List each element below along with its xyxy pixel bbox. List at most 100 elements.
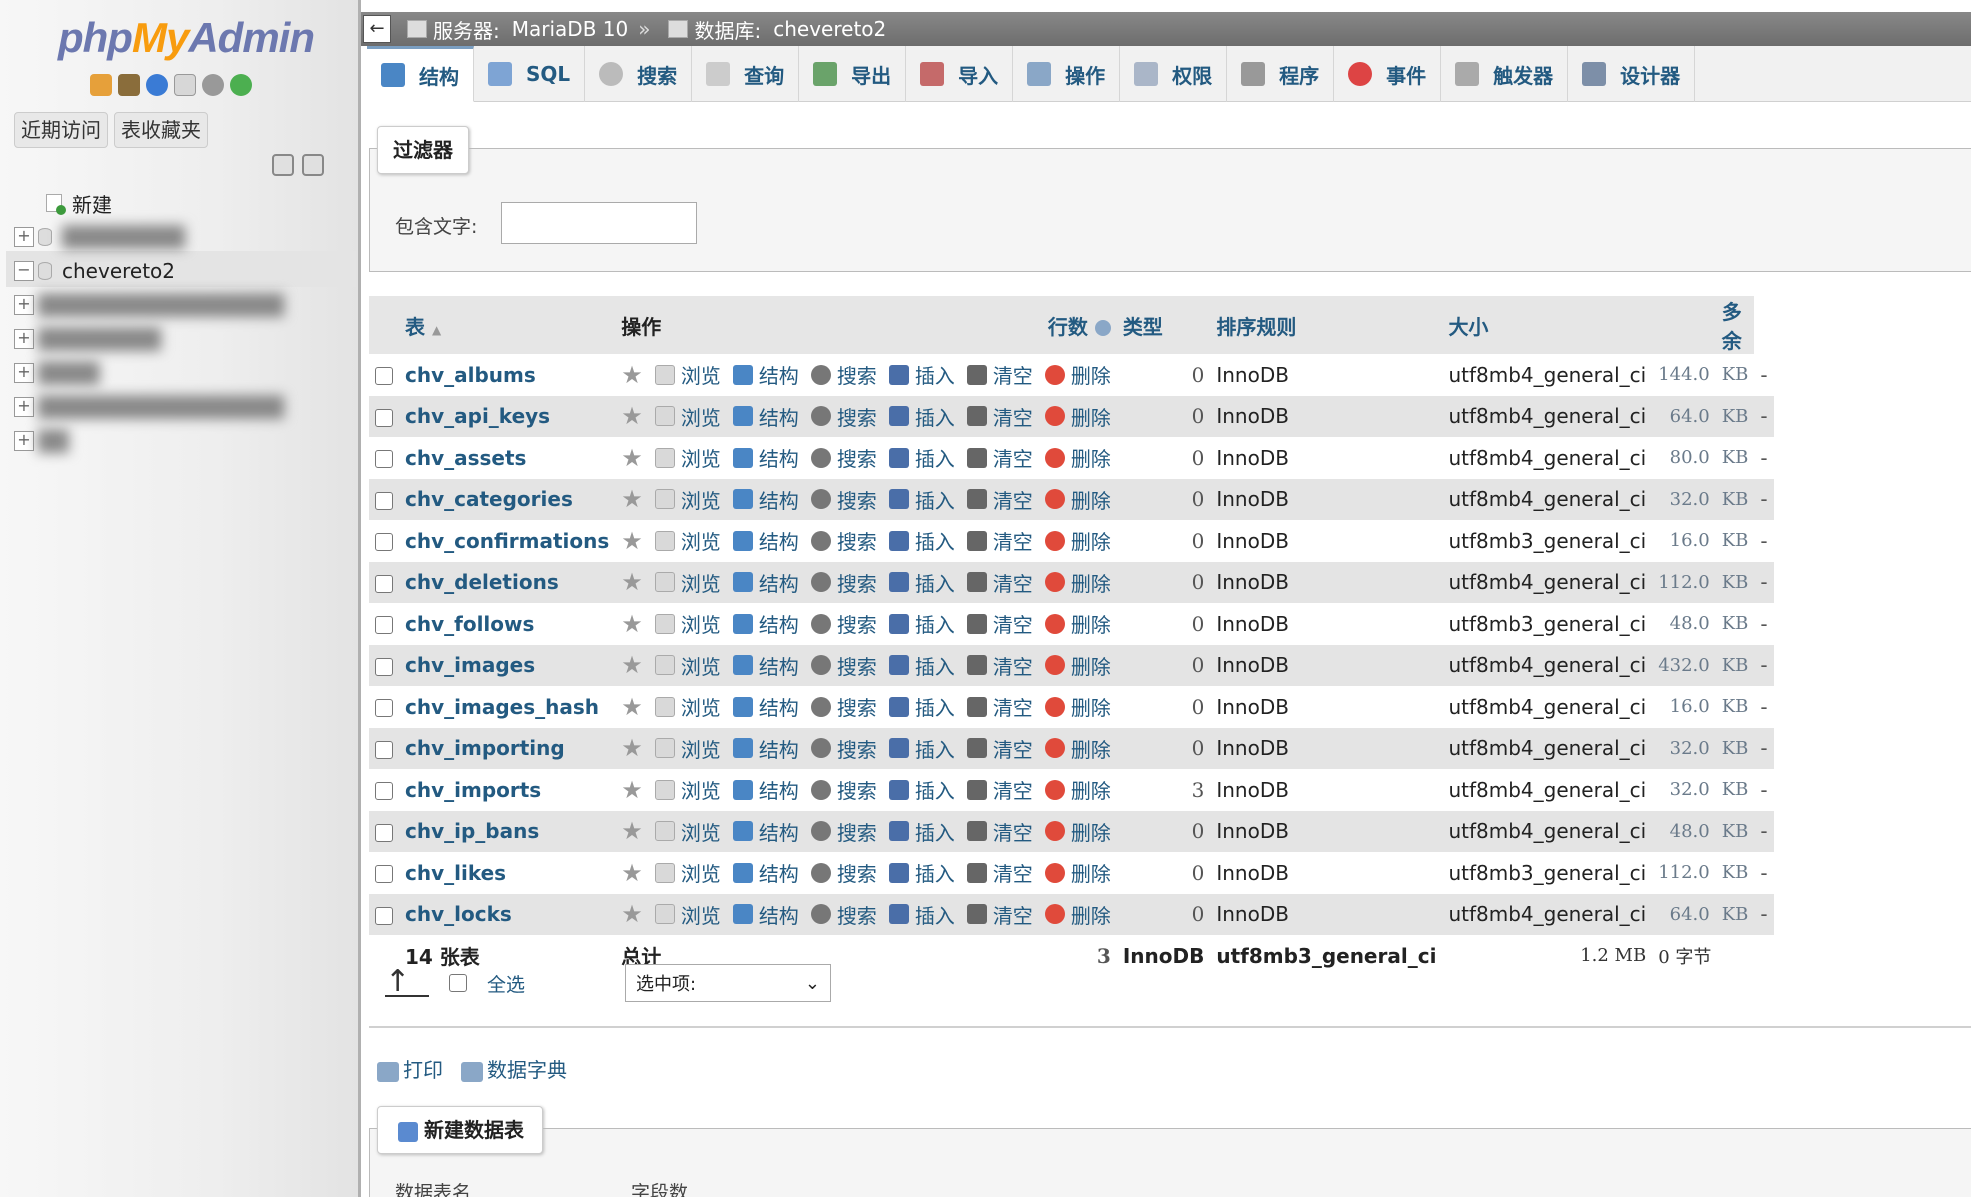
tab-query[interactable]: 查询 [692, 46, 800, 102]
tree-db-row[interactable]: + ██ [10, 424, 350, 458]
browse-link[interactable]: 浏览 [654, 568, 721, 597]
tab-structure[interactable]: 结构 [367, 46, 474, 102]
size-cell[interactable]: 16.0 [1652, 520, 1716, 562]
tree-db-row[interactable]: + ████████████████ [10, 390, 350, 424]
structure-link[interactable]: 结构 [732, 485, 799, 514]
structure-link[interactable]: 结构 [732, 568, 799, 597]
link-icon[interactable] [302, 154, 324, 176]
expand-icon[interactable]: + [14, 397, 34, 417]
search-link[interactable]: 搜索 [810, 360, 877, 389]
collapse-icon[interactable]: − [14, 261, 34, 281]
star-icon[interactable]: ★ [621, 610, 643, 638]
structure-link[interactable]: 结构 [732, 402, 799, 431]
star-icon[interactable]: ★ [621, 527, 643, 555]
empty-link[interactable]: 清空 [966, 775, 1033, 804]
structure-link[interactable]: 结构 [732, 651, 799, 680]
browse-link[interactable]: 浏览 [654, 485, 721, 514]
search-link[interactable]: 搜索 [810, 568, 877, 597]
tab-routines[interactable]: 程序 [1227, 46, 1335, 102]
search-link[interactable]: 搜索 [810, 858, 877, 887]
table-name-link[interactable]: chv_confirmations [405, 529, 609, 553]
search-link[interactable]: 搜索 [810, 402, 877, 431]
recent-button[interactable]: 近期访问 [14, 112, 108, 148]
size-cell[interactable]: 432.0 [1652, 644, 1716, 686]
table-name-link[interactable]: chv_locks [405, 902, 512, 926]
drop-link[interactable]: 删除 [1044, 817, 1111, 846]
insert-link[interactable]: 插入 [888, 734, 955, 763]
table-name-link[interactable]: chv_ip_bans [405, 819, 539, 843]
browse-link[interactable]: 浏览 [654, 817, 721, 846]
table-name-link[interactable]: chv_images [405, 653, 535, 677]
table-name-link[interactable]: chv_deletions [405, 570, 559, 594]
home-icon[interactable] [90, 74, 112, 96]
expand-icon[interactable]: + [14, 363, 34, 383]
drop-link[interactable]: 删除 [1044, 651, 1111, 680]
empty-link[interactable]: 清空 [966, 443, 1033, 472]
insert-link[interactable]: 插入 [888, 900, 955, 929]
browse-link[interactable]: 浏览 [654, 734, 721, 763]
tab-events[interactable]: 事件 [1334, 46, 1442, 102]
insert-link[interactable]: 插入 [888, 817, 955, 846]
browse-link[interactable]: 浏览 [654, 651, 721, 680]
size-cell[interactable]: 112.0 [1652, 561, 1716, 603]
row-checkbox[interactable] [375, 657, 393, 676]
empty-link[interactable]: 清空 [966, 485, 1033, 514]
tab-triggers[interactable]: 触发器 [1441, 46, 1569, 102]
drop-link[interactable]: 删除 [1044, 858, 1111, 887]
insert-link[interactable]: 插入 [888, 692, 955, 721]
drop-link[interactable]: 删除 [1044, 526, 1111, 555]
browse-link[interactable]: 浏览 [654, 443, 721, 472]
table-name-link[interactable]: chv_importing [405, 736, 565, 760]
insert-link[interactable]: 插入 [888, 443, 955, 472]
size-cell[interactable]: 64.0 [1652, 893, 1716, 935]
tab-search[interactable]: 搜索 [585, 46, 693, 102]
empty-link[interactable]: 清空 [966, 692, 1033, 721]
star-icon[interactable]: ★ [621, 444, 643, 472]
docs-icon[interactable] [174, 74, 196, 96]
tab-export[interactable]: 导出 [799, 46, 907, 102]
star-icon[interactable]: ★ [621, 859, 643, 887]
tree-db-row[interactable]: + ████████████████ [10, 288, 350, 322]
drop-link[interactable]: 删除 [1044, 900, 1111, 929]
tree-db-row[interactable]: + ████████ [10, 220, 350, 254]
data-dictionary-link[interactable]: 数据字典 [461, 1054, 567, 1083]
drop-link[interactable]: 删除 [1044, 609, 1111, 638]
size-cell[interactable]: 32.0 [1652, 478, 1716, 520]
table-name-link[interactable]: chv_likes [405, 861, 506, 885]
structure-link[interactable]: 结构 [732, 609, 799, 638]
insert-link[interactable]: 插入 [888, 651, 955, 680]
row-checkbox[interactable] [375, 533, 393, 552]
browse-link[interactable]: 浏览 [654, 692, 721, 721]
row-checkbox[interactable] [375, 491, 393, 510]
search-link[interactable]: 搜索 [810, 651, 877, 680]
search-link[interactable]: 搜索 [810, 775, 877, 804]
row-checkbox[interactable] [375, 450, 393, 469]
back-arrow-icon[interactable]: ← [363, 15, 391, 43]
structure-link[interactable]: 结构 [732, 526, 799, 555]
drop-link[interactable]: 删除 [1044, 402, 1111, 431]
size-cell[interactable]: 48.0 [1652, 603, 1716, 645]
browse-link[interactable]: 浏览 [654, 900, 721, 929]
empty-link[interactable]: 清空 [966, 526, 1033, 555]
star-icon[interactable]: ★ [621, 776, 643, 804]
select-all-checkbox[interactable] [449, 974, 467, 992]
header-collation[interactable]: 排序规则 [1210, 296, 1443, 354]
empty-link[interactable]: 清空 [966, 734, 1033, 763]
insert-link[interactable]: 插入 [888, 568, 955, 597]
header-type[interactable]: 类型 [1116, 296, 1211, 354]
browse-link[interactable]: 浏览 [654, 775, 721, 804]
star-icon[interactable]: ★ [621, 734, 643, 762]
help-icon[interactable] [1094, 320, 1111, 336]
table-name-link[interactable]: chv_imports [405, 778, 541, 802]
settings-icon[interactable] [202, 74, 224, 96]
star-icon[interactable]: ★ [621, 402, 643, 430]
row-checkbox[interactable] [375, 823, 393, 842]
size-cell[interactable]: 80.0 [1652, 437, 1716, 479]
structure-link[interactable]: 结构 [732, 443, 799, 472]
star-icon[interactable]: ★ [621, 485, 643, 513]
tree-db-row[interactable]: + ████ [10, 356, 350, 390]
empty-link[interactable]: 清空 [966, 651, 1033, 680]
table-name-link[interactable]: chv_follows [405, 612, 534, 636]
drop-link[interactable]: 删除 [1044, 734, 1111, 763]
star-icon[interactable]: ★ [621, 900, 643, 928]
